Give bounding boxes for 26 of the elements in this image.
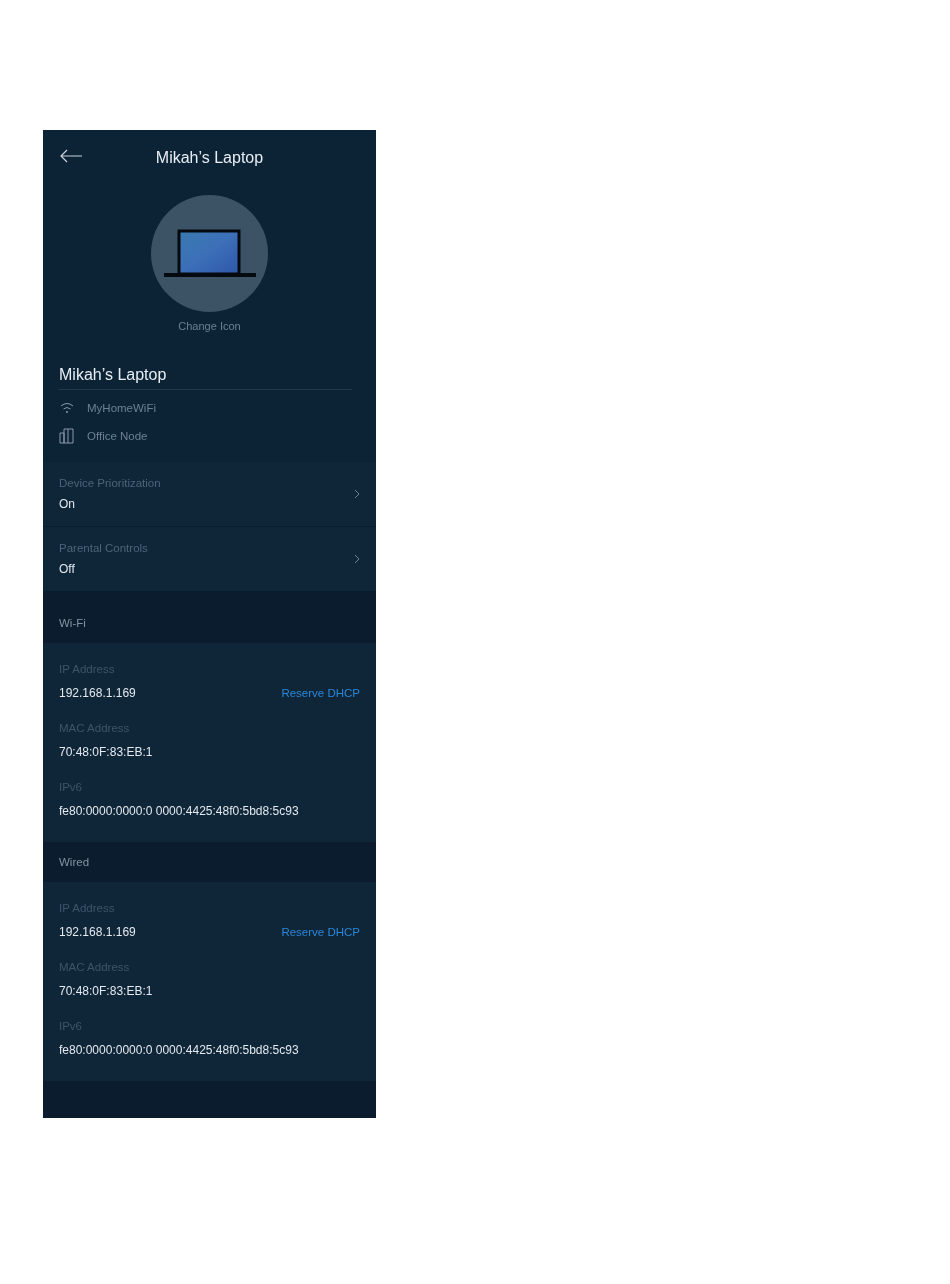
setting-label: Parental Controls (59, 542, 148, 554)
field-value: fe80:0000:0000:0 0000:4425:48f0:5bd8:5c93 (59, 804, 299, 818)
device-name: Mikah’s Laptop (59, 332, 352, 390)
wifi-icon (59, 402, 75, 414)
section-title: Wired (58, 855, 91, 869)
page-title: Mikah’s Laptop (155, 148, 264, 167)
reserve-dhcp-link[interactable]: Reserve DHCP (281, 686, 360, 700)
reserve-dhcp-link[interactable]: Reserve DHCP (281, 925, 360, 939)
laptop-icon (163, 228, 256, 279)
chevron-icon (354, 554, 360, 564)
change-icon-link[interactable]: Change Icon (178, 320, 241, 332)
field-value: fe80:0000:0000:0 0000:4425:48f0:5bd8:5c93 (59, 1043, 299, 1057)
setting-row[interactable]: Parental Controls Off (43, 527, 376, 592)
chevron-icon (354, 489, 360, 499)
field-value: 192.168.1.169 (59, 686, 136, 700)
field-value: 70:48:0F:83:EB:1 (59, 984, 153, 998)
setting-row[interactable]: Device Prioritization On (43, 462, 376, 527)
setting-value: On (59, 497, 76, 511)
field-value: 192.168.1.169 (59, 925, 136, 939)
setting-label: Device Prioritization (59, 477, 161, 489)
setting-value: Off (59, 562, 76, 576)
node-icon (59, 428, 75, 444)
node-name: Office Node (87, 430, 148, 442)
field-value: 70:48:0F:83:EB:1 (59, 745, 153, 759)
network-name: MyHomeWiFi (87, 402, 156, 414)
section-title: Wi-Fi (58, 616, 87, 630)
